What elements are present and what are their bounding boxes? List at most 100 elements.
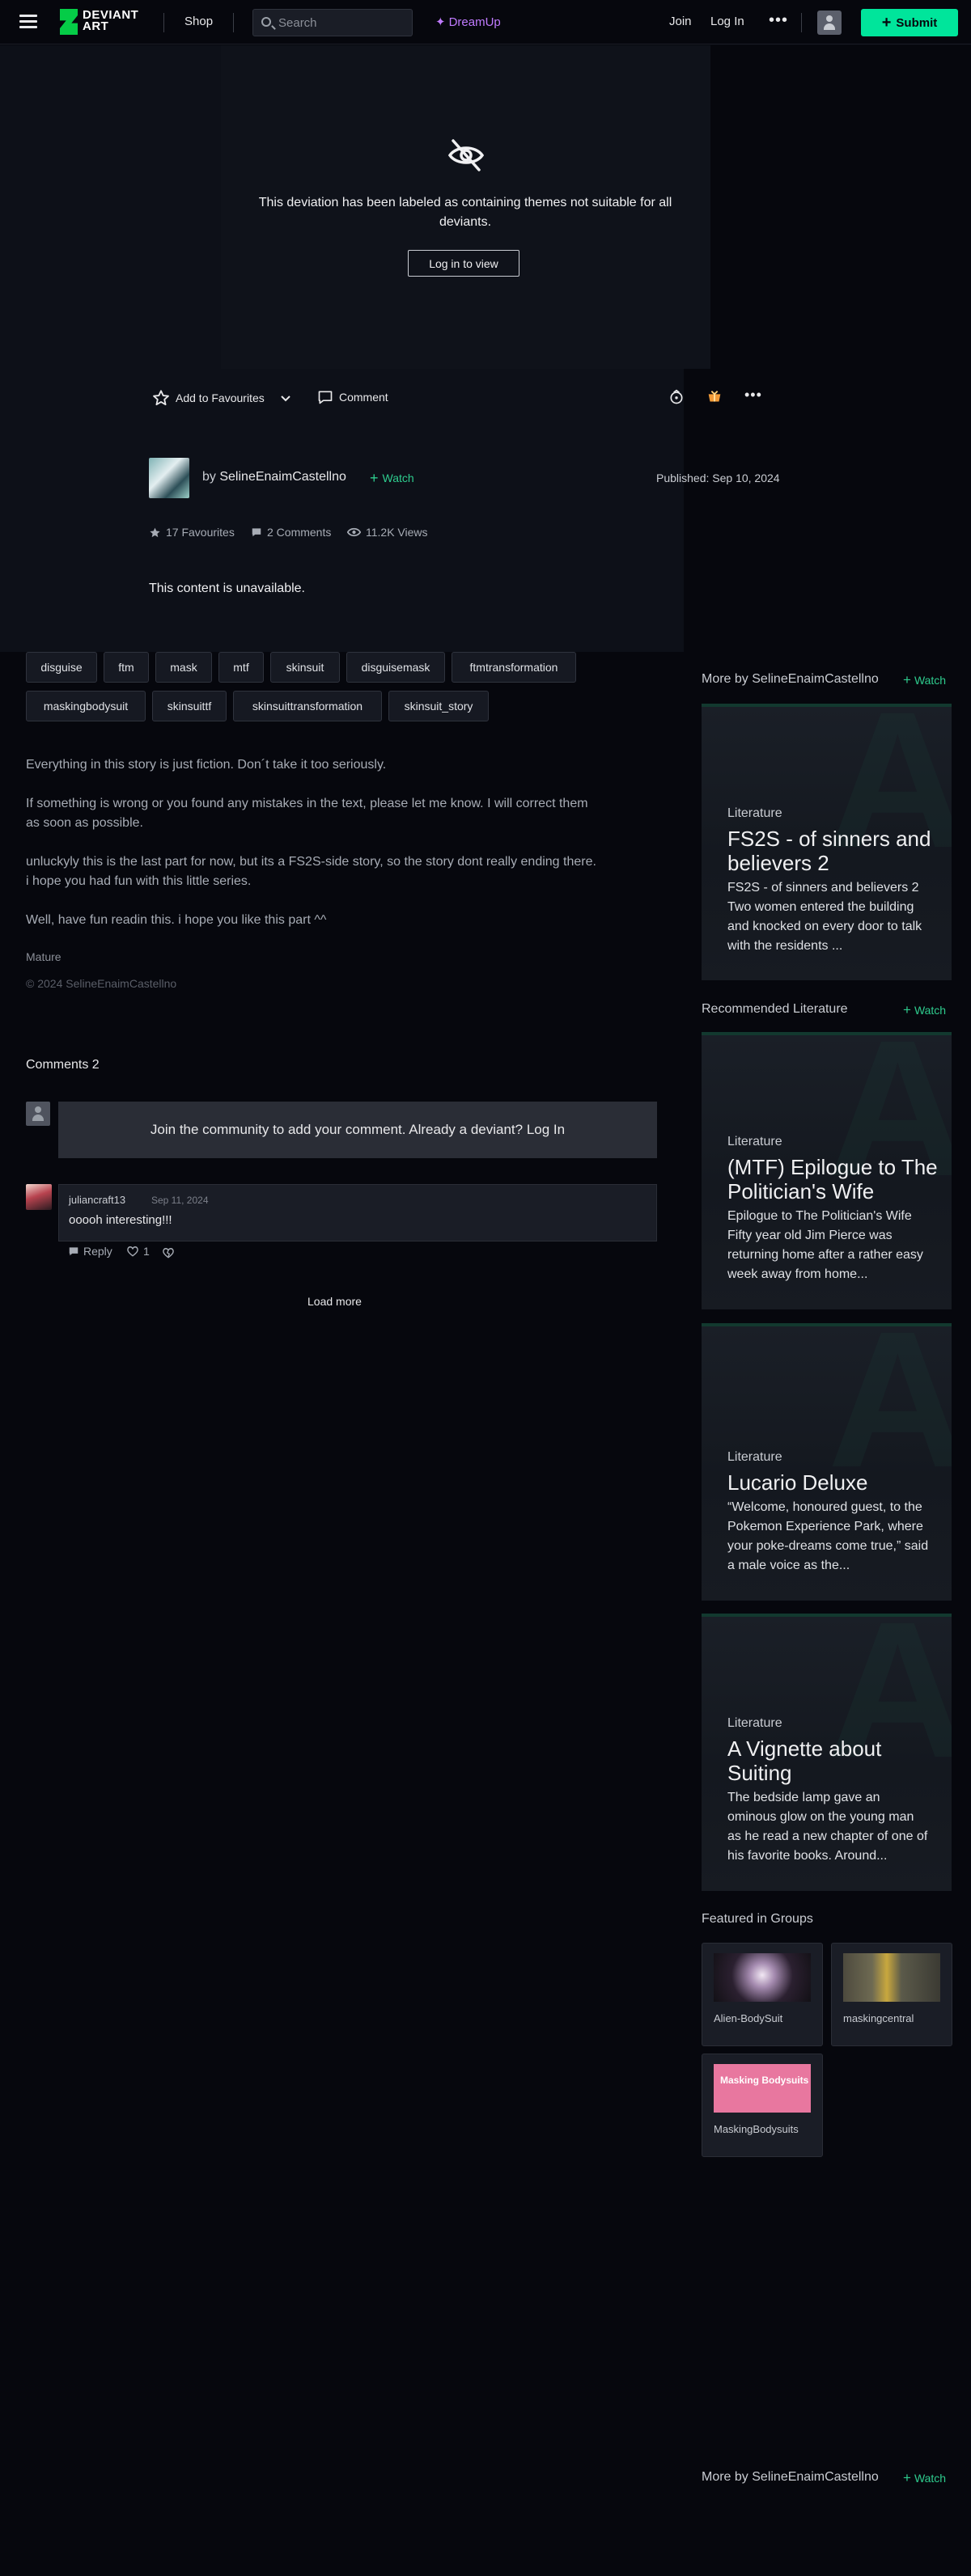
tag[interactable]: ftmtransformation — [452, 652, 576, 683]
login-link[interactable]: Log In — [710, 15, 744, 28]
group-card[interactable]: Masking Bodysuits MaskingBodysuits — [702, 2054, 823, 2157]
add-to-favourites-button[interactable]: Add to Favourites — [152, 389, 265, 407]
watch-label: Watch — [914, 2471, 947, 2485]
tag[interactable]: ftm — [104, 652, 149, 683]
card-excerpt: The bedside lamp gave an ominous glow on… — [727, 1791, 928, 1863]
comments-stat: 2 Comments — [251, 526, 331, 539]
user-avatar[interactable] — [817, 11, 842, 35]
card-excerpt: FS2S - of sinners and believers 2 Two wo… — [727, 881, 922, 953]
reply-button[interactable]: Reply — [68, 1245, 112, 1258]
literature-card[interactable]: A Literature Lucario Deluxe “Welcome, ho… — [702, 1323, 952, 1601]
load-more-button[interactable]: Load more — [307, 1295, 362, 1308]
points-badge-icon[interactable] — [668, 389, 685, 405]
card-excerpt: Epilogue to The Politician's Wife Fifty … — [727, 1209, 923, 1281]
comment-text: ooooh interesting!!! — [69, 1213, 172, 1227]
submit-button[interactable]: + Submit — [861, 9, 958, 36]
group-thumbnail — [714, 1953, 811, 2002]
description: Everything in this story is just fiction… — [26, 755, 665, 930]
watch-button[interactable]: + Watch — [903, 1003, 946, 1017]
commenter-avatar[interactable] — [26, 1184, 52, 1210]
author-byline: by SelineEnaimCastellno — [202, 470, 346, 484]
comment-button[interactable]: Comment — [317, 389, 388, 405]
login-to-view-button[interactable]: Log in to view — [408, 250, 519, 277]
mature-warning-text: This deviation has been labeled as conta… — [258, 196, 672, 229]
tag[interactable]: disguise — [26, 652, 97, 683]
watch-button[interactable]: + Watch — [903, 673, 946, 687]
chevron-down-icon[interactable] — [279, 391, 292, 404]
group-thumbnail: Masking Bodysuits — [714, 2064, 811, 2113]
group-card[interactable]: maskingcentral — [831, 1943, 952, 2046]
sparkle-icon: ✦ — [435, 15, 446, 29]
description-line: unluckyly this is the last part for now,… — [26, 855, 596, 869]
card-category: Literature — [727, 1716, 782, 1730]
gift-icon[interactable] — [706, 388, 723, 406]
join-community-prompt[interactable]: Join the community to add your comment. … — [58, 1102, 657, 1158]
groups-heading: Featured in Groups — [702, 1912, 813, 1926]
card-category: Literature — [727, 806, 782, 820]
plus-icon: + — [903, 1002, 911, 1017]
literature-card[interactable]: A Literature (MTF) Epilogue to The Polit… — [702, 1032, 952, 1309]
search-input[interactable]: Search — [252, 9, 413, 36]
tag[interactable]: skinsuit_story — [388, 691, 489, 721]
broken-heart-icon[interactable] — [162, 1247, 175, 1258]
commenter-username[interactable]: juliancraft13 — [69, 1194, 125, 1206]
like-button[interactable]: 1 — [126, 1245, 150, 1258]
eye-off-icon — [447, 139, 485, 171]
description-line: Well, have fun readin this. i hope you l… — [26, 913, 327, 927]
group-thumbnail — [843, 1953, 940, 2002]
tag[interactable]: skinsuittransformation — [233, 691, 382, 721]
comment-label: Comment — [339, 391, 388, 404]
divider — [233, 13, 234, 32]
comments-heading: Comments 2 — [26, 1058, 100, 1072]
card-title: (MTF) Epilogue to The Politician's Wife — [727, 1155, 938, 1203]
author-avatar[interactable] — [149, 458, 189, 498]
anonymous-avatar — [26, 1102, 50, 1126]
favourites-stat: 17 Favourites — [149, 526, 235, 539]
comment-date[interactable]: Sep 11, 2024 — [151, 1195, 209, 1206]
more-by-heading-bottom[interactable]: More by SelineEnaimCastellno — [702, 2470, 879, 2485]
card-excerpt: “Welcome, honoured guest, to the Pokemon… — [727, 1500, 929, 1572]
group-name: maskingcentral — [843, 2012, 914, 2024]
mature-label[interactable]: Mature — [26, 950, 61, 963]
more-options-icon[interactable]: ••• — [744, 387, 762, 404]
top-bar: DEVIANT ART Shop Search ✦ DreamUp Join Lo… — [0, 0, 971, 44]
join-link[interactable]: Join — [669, 15, 692, 28]
star-icon — [153, 390, 169, 406]
watch-label: Watch — [382, 472, 414, 484]
logo-text: DEVIANT ART — [83, 8, 139, 33]
literature-card[interactable]: A Literature A Vignette about Suiting Th… — [702, 1614, 952, 1891]
dreamup-link[interactable]: ✦ DreamUp — [435, 15, 501, 29]
add-to-favourites-label: Add to Favourites — [176, 391, 265, 404]
description-line: Everything in this story is just fiction… — [26, 758, 387, 772]
copyright: © 2024 SelineEnaimCastellno — [26, 977, 177, 990]
views-count: 11.2K Views — [366, 526, 428, 539]
watch-button[interactable]: + Watch — [903, 2471, 946, 2485]
tag[interactable]: maskingbodysuit — [26, 691, 146, 721]
more-menu-icon[interactable]: ••• — [769, 11, 788, 30]
author-name-link[interactable]: SelineEnaimCastellno — [219, 470, 346, 484]
unavailable-notice: This content is unavailable. — [149, 582, 305, 595]
more-by-heading[interactable]: More by SelineEnaimCastellno — [702, 672, 879, 687]
watch-author-button[interactable]: + Watch — [370, 471, 414, 485]
shop-link[interactable]: Shop — [184, 15, 213, 28]
description-line: i hope you had fun with this little seri… — [26, 874, 252, 888]
tag[interactable]: skinsuit — [270, 652, 340, 683]
eye-icon — [347, 527, 361, 537]
deviantart-logo[interactable]: DEVIANT ART — [60, 7, 149, 36]
menu-icon[interactable] — [19, 15, 37, 29]
tag[interactable]: mtf — [218, 652, 264, 683]
tag[interactable]: mask — [155, 652, 212, 683]
group-card[interactable]: Alien-BodySuit — [702, 1943, 823, 2046]
card-category: Literature — [727, 1135, 782, 1148]
tag[interactable]: skinsuittf — [152, 691, 227, 721]
comments-count: 2 Comments — [267, 526, 332, 539]
star-filled-icon — [150, 527, 160, 537]
by-label: by — [202, 470, 216, 484]
reply-icon — [69, 1247, 78, 1256]
comment-filled-icon — [252, 528, 261, 537]
literature-card[interactable]: A Literature FS2S - of sinners and belie… — [702, 704, 952, 980]
plus-icon: + — [903, 2470, 911, 2485]
published-date: Published: Sep 10, 2024 — [656, 472, 780, 484]
tag[interactable]: disguisemask — [346, 652, 445, 683]
submit-label: Submit — [896, 15, 938, 30]
